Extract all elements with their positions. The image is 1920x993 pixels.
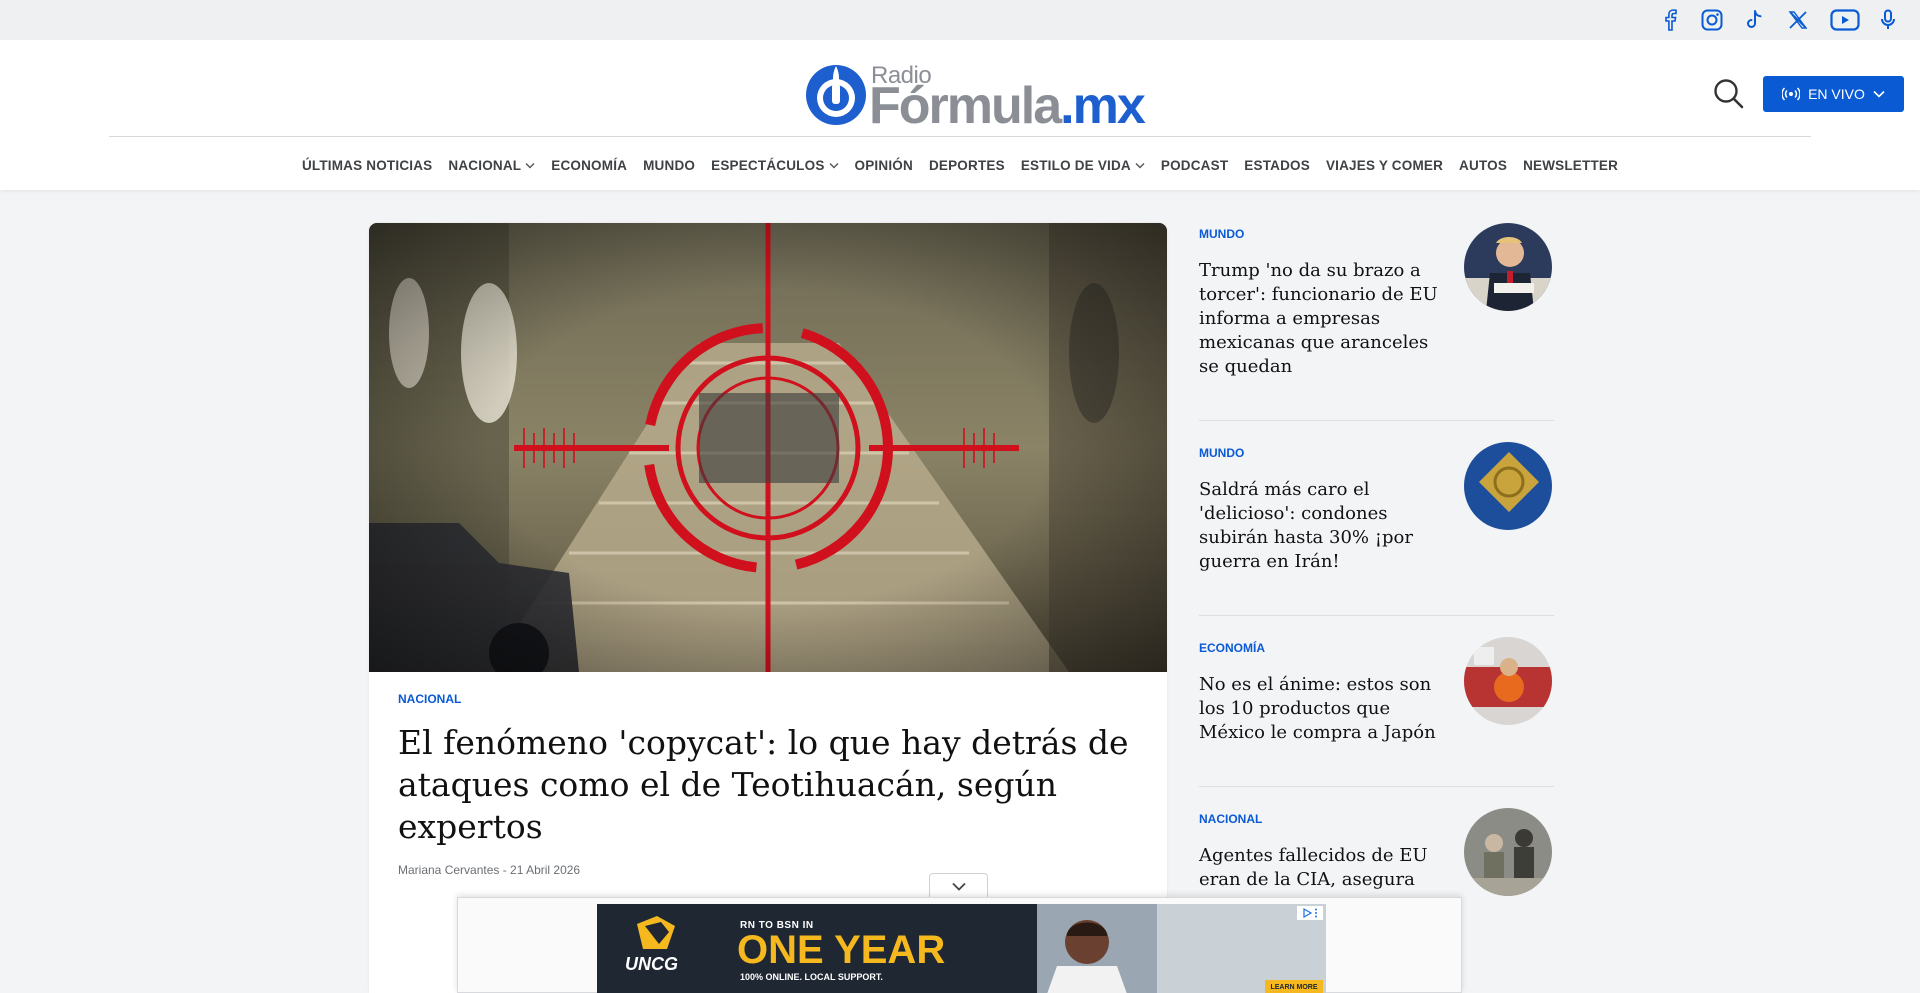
ad-choices[interactable] xyxy=(1297,906,1323,920)
chevron-down-icon xyxy=(1135,163,1145,169)
side-thumbnail[interactable] xyxy=(1464,442,1552,530)
chevron-down-icon xyxy=(951,882,966,891)
nav-item[interactable]: ESTILO DE VIDA xyxy=(1021,158,1145,173)
side-article-2[interactable]: MUNDO Saldrá más caro el 'delicioso': co… xyxy=(1199,442,1554,612)
featured-byline: Mariana Cervantes - 21 Abril 2026 xyxy=(398,863,581,877)
nav-item[interactable]: ESTADOS xyxy=(1244,158,1310,173)
nav-item-label: VIAJES Y COMER xyxy=(1325,158,1444,173)
nav-item[interactable]: NACIONAL xyxy=(448,158,535,173)
nav-item[interactable]: AUTOS xyxy=(1459,158,1507,173)
site-header: Radio Fórmula.mx EN VIVO ÚLTIMAS NOTICIA… xyxy=(0,40,1920,190)
logo-main-text: Fórmula.mx xyxy=(869,77,1146,135)
nav-item-label: ÚLTIMAS NOTICIAS xyxy=(301,158,433,173)
search-icon xyxy=(1714,79,1744,109)
side-thumbnail[interactable] xyxy=(1464,808,1552,896)
side-divider xyxy=(1199,615,1554,616)
nav-item-label: NACIONAL xyxy=(448,158,522,173)
ad-collapse-toggle[interactable] xyxy=(929,873,988,898)
broadcast-icon xyxy=(1782,87,1801,101)
featured-image[interactable] xyxy=(369,223,1167,672)
social-bar xyxy=(0,0,1920,40)
nav-item-label: MUNDO xyxy=(643,158,696,173)
nav-item[interactable]: ECONOMÍA xyxy=(551,158,627,173)
adchoices-icon xyxy=(1303,908,1312,918)
microphone-icon[interactable] xyxy=(1877,8,1899,32)
nav-item[interactable]: ESPECTÁCULOS xyxy=(711,158,839,173)
nav-item-label: OPINIÓN xyxy=(854,158,913,173)
nav-item[interactable]: VIAJES Y COMER xyxy=(1326,158,1443,173)
featured-category[interactable]: NACIONAL xyxy=(398,692,461,706)
side-title[interactable]: Agentes fallecidos de EU eran de la CIA,… xyxy=(1199,844,1449,892)
side-article-1[interactable]: MUNDO Trump 'no da su brazo a torcer': f… xyxy=(1199,223,1554,393)
side-divider xyxy=(1199,420,1554,421)
logo-formula: Fórmula xyxy=(869,77,1062,135)
ad-brand: UNCG xyxy=(625,954,678,974)
live-label: EN VIVO xyxy=(1808,86,1865,102)
nav-item[interactable]: NEWSLETTER xyxy=(1523,158,1618,173)
nav-item-label: ESPECTÁCULOS xyxy=(711,158,825,173)
side-category[interactable]: MUNDO xyxy=(1199,446,1244,460)
nav-item[interactable]: DEPORTES xyxy=(929,158,1005,173)
nav-item[interactable]: MUNDO xyxy=(643,158,695,173)
logo-suffix: .mx xyxy=(1060,77,1146,135)
nav-item[interactable]: ÚLTIMAS NOTICIAS xyxy=(302,158,432,173)
side-article-3[interactable]: ECONOMÍA No es el ánime: estos son los 1… xyxy=(1199,637,1554,807)
sticky-ad-container: UNCG RN TO BSN IN ONE YEAR 100% ONLINE. … xyxy=(457,897,1462,993)
nav-item[interactable]: OPINIÓN xyxy=(855,158,913,173)
search-button[interactable] xyxy=(1713,78,1745,110)
chevron-down-icon xyxy=(829,163,839,169)
main-nav: ÚLTIMAS NOTICIAS NACIONAL ECONOMÍA MUNDO ESP… xyxy=(0,158,1920,173)
side-divider xyxy=(1199,786,1554,787)
chevron-down-icon xyxy=(1873,90,1885,98)
x-icon[interactable] xyxy=(1786,8,1810,32)
side-thumbnail[interactable] xyxy=(1464,637,1552,725)
logo-mark-icon xyxy=(806,65,866,125)
live-button[interactable]: EN VIVO xyxy=(1763,76,1904,112)
more-vert-icon xyxy=(1315,908,1317,918)
ad-banner[interactable]: UNCG RN TO BSN IN ONE YEAR 100% ONLINE. … xyxy=(597,904,1326,993)
side-category[interactable]: MUNDO xyxy=(1199,227,1244,241)
nav-item[interactable]: PODCAST xyxy=(1161,158,1228,173)
nav-item-label: ESTADOS xyxy=(1244,158,1310,173)
header-divider xyxy=(109,136,1811,137)
side-category[interactable]: ECONOMÍA xyxy=(1199,641,1265,655)
ad-subline: 100% ONLINE. LOCAL SUPPORT. xyxy=(740,972,883,982)
nav-item-label: ECONOMÍA xyxy=(551,158,628,173)
ad-learn-more[interactable]: LEARN MORE xyxy=(1265,980,1323,993)
site-logo[interactable]: Radio Fórmula.mx xyxy=(803,60,1146,132)
side-title[interactable]: Trump 'no da su brazo a torcer': funcion… xyxy=(1199,259,1449,379)
side-category[interactable]: NACIONAL xyxy=(1199,812,1262,826)
tiktok-icon[interactable] xyxy=(1742,8,1766,32)
facebook-icon[interactable] xyxy=(1658,8,1682,32)
nav-item-label: ESTILO DE VIDA xyxy=(1020,158,1131,173)
chevron-down-icon xyxy=(525,163,535,169)
side-title[interactable]: Saldrá más caro el 'delicioso': condones… xyxy=(1199,478,1449,574)
nav-item-label: DEPORTES xyxy=(928,158,1005,173)
nav-item-label: PODCAST xyxy=(1160,158,1229,173)
ad-headline: ONE YEAR xyxy=(737,928,946,972)
side-thumbnail[interactable] xyxy=(1464,223,1552,311)
side-title[interactable]: No es el ánime: estos son los 10 product… xyxy=(1199,673,1449,745)
youtube-icon[interactable] xyxy=(1830,8,1860,32)
featured-article[interactable]: NACIONAL El fenómeno 'copycat': lo que h… xyxy=(369,223,1167,993)
nav-item-label: AUTOS xyxy=(1459,158,1508,173)
instagram-icon[interactable] xyxy=(1700,8,1724,32)
nav-item-label: NEWSLETTER xyxy=(1523,158,1619,173)
featured-title[interactable]: El fenómeno 'copycat': lo que hay detrás… xyxy=(398,722,1138,848)
